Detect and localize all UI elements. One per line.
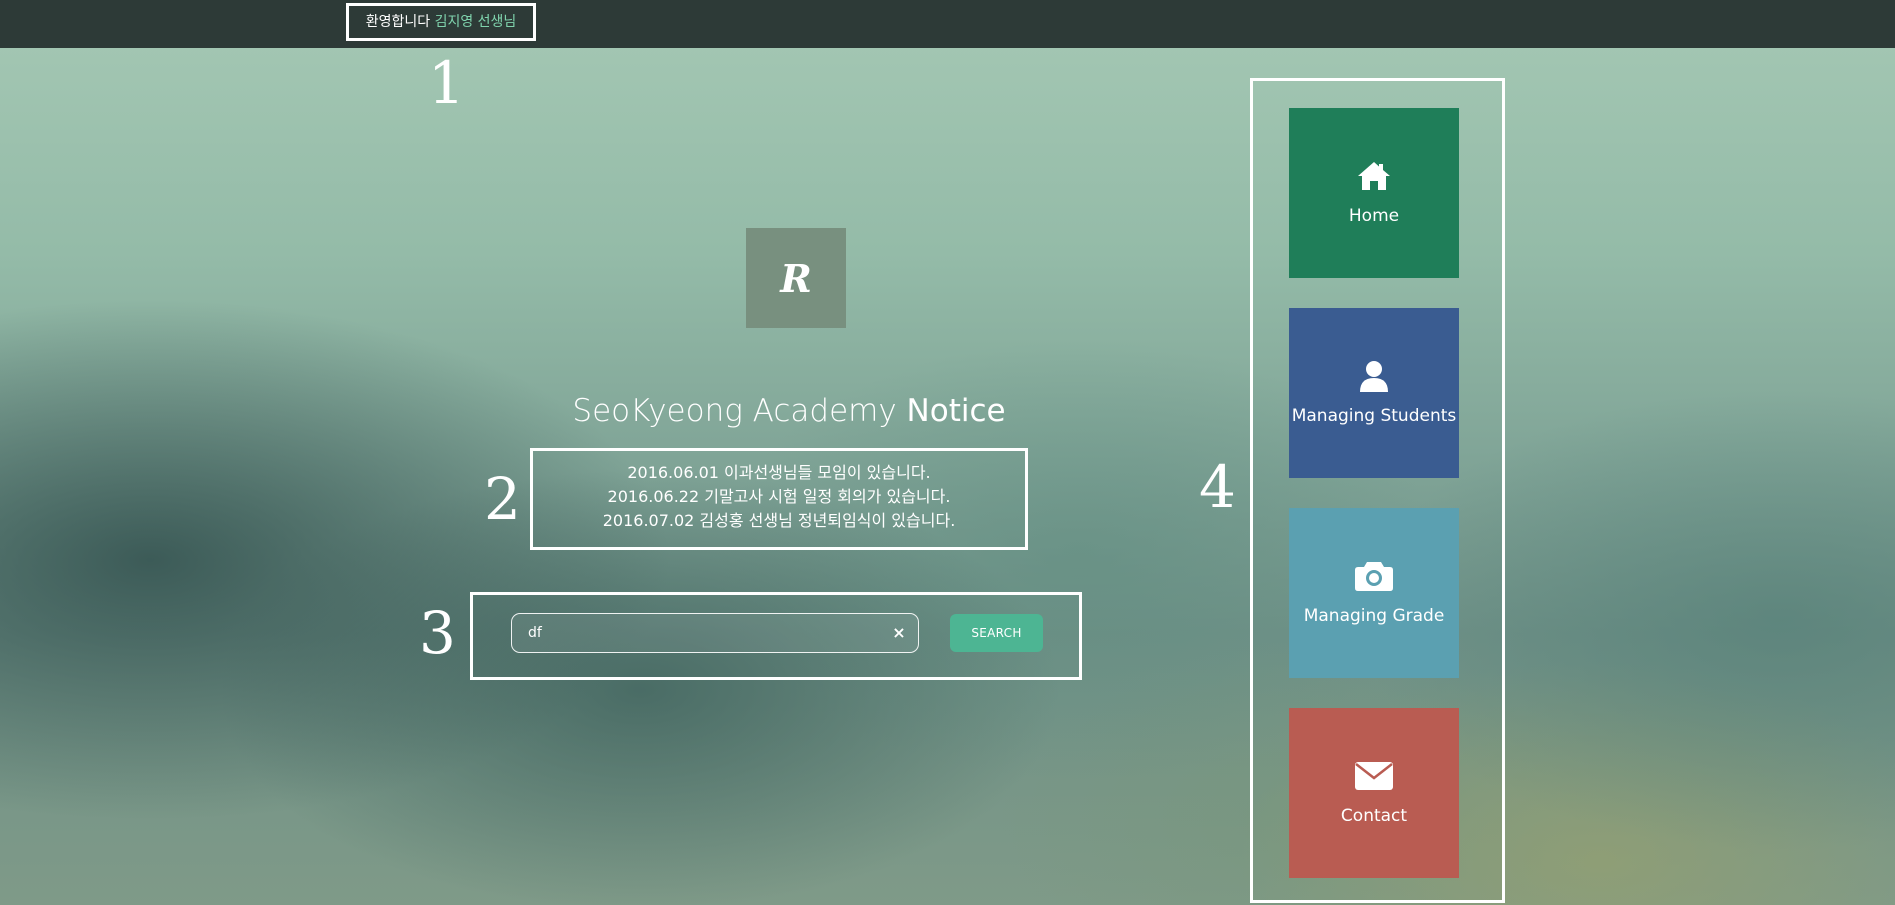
top-bar: 환영합니다 김지영 선생님 bbox=[0, 0, 1895, 48]
search-area: × SEARCH bbox=[470, 592, 1082, 680]
menu-tile-label: Managing Students bbox=[1291, 406, 1457, 426]
annotation-number-4: 4 bbox=[1199, 453, 1236, 521]
envelope-icon bbox=[1289, 758, 1459, 794]
logo-glyph: R bbox=[780, 255, 812, 301]
home-icon bbox=[1289, 158, 1459, 194]
menu-tile-home[interactable]: Home bbox=[1289, 108, 1459, 278]
welcome-message: 환영합니다 김지영 선생님 bbox=[346, 3, 536, 41]
notice-title-bold: Notice bbox=[906, 393, 1006, 429]
notice-item: 2016.06.01 이과선생님들 모임이 있습니다. bbox=[627, 463, 931, 482]
logo[interactable]: R bbox=[746, 228, 846, 328]
annotation-number-3: 3 bbox=[419, 599, 456, 667]
notice-item: 2016.07.02 김성홍 선생님 정년퇴임식이 있습니다. bbox=[602, 511, 956, 530]
search-button[interactable]: SEARCH bbox=[950, 614, 1043, 652]
menu-tile-managing-grade[interactable]: Managing Grade bbox=[1289, 508, 1459, 678]
clear-search-button[interactable]: × bbox=[887, 619, 911, 647]
camera-icon bbox=[1289, 558, 1459, 594]
annotation-number-1: 1 bbox=[428, 49, 465, 117]
welcome-text: 환영합니다 bbox=[365, 14, 431, 30]
teacher-name-link[interactable]: 김지영 선생님 bbox=[435, 14, 517, 30]
notice-title-prefix: SeoKyeong Academy bbox=[572, 393, 897, 429]
menu-tile-label: Home bbox=[1348, 206, 1400, 226]
menu-tile-label: Managing Grade bbox=[1303, 606, 1445, 626]
menu-tile-contact[interactable]: Contact bbox=[1289, 708, 1459, 878]
menu-tile-label: Contact bbox=[1340, 806, 1408, 826]
user-icon bbox=[1289, 358, 1459, 394]
annotation-number-2: 2 bbox=[484, 465, 521, 533]
search-input[interactable] bbox=[511, 613, 919, 653]
notice-title: SeoKyeong Academy Notice bbox=[546, 393, 1032, 429]
notice-item: 2016.06.22 기말고사 시험 일정 회의가 있습니다. bbox=[607, 487, 951, 506]
menu-tile-managing-students[interactable]: Managing Students bbox=[1289, 308, 1459, 478]
notice-list: 2016.06.01 이과선생님들 모임이 있습니다. 2016.06.22 기… bbox=[530, 448, 1028, 550]
